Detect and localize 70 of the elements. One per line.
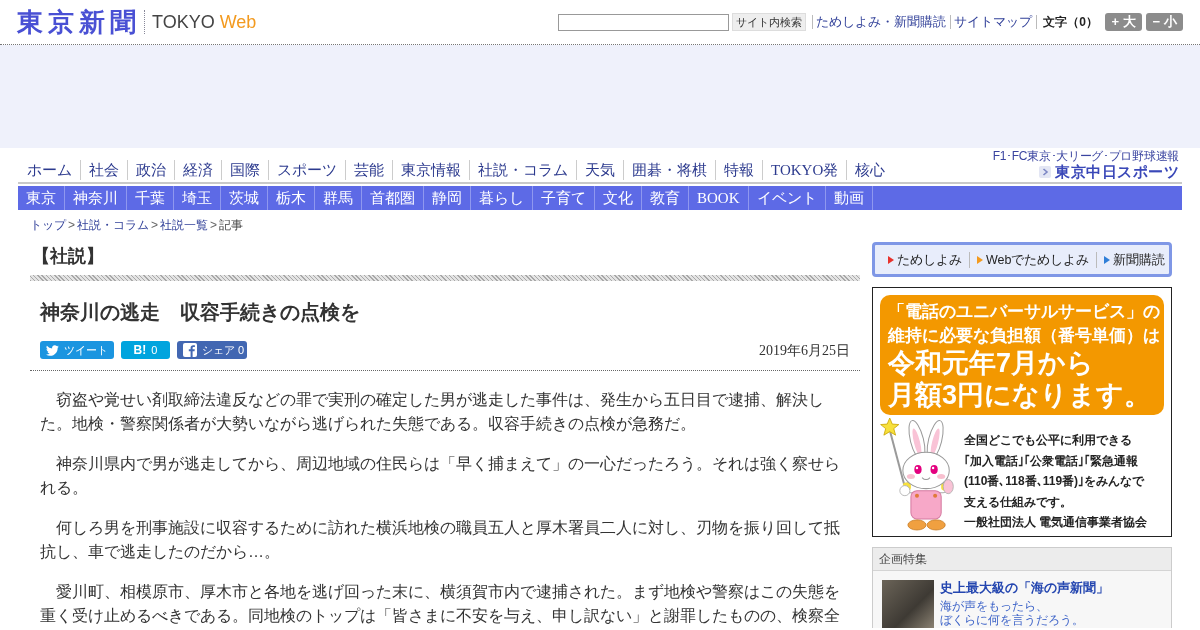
logo-wordmark: TOKYO [152,13,215,31]
region-nav-link[interactable]: 栃木 [268,186,315,210]
region-nav-link[interactable]: 群馬 [315,186,362,210]
nav-link[interactable]: 国際 [221,160,268,180]
search-button[interactable]: サイト内検索 [732,13,807,31]
region-nav-link[interactable]: 静岡 [424,186,471,210]
article-paragraph: 愛川町、相模原市、厚木市と各地を逃げ回った末に、横須賀市内で逮捕された。まず地検や警察はこの失態を重く受け止めるべきである。同地検のトップは「皆さまに不安を与え、申し訳ない」と謝罪したものの、検察全 [40,582,841,626]
bird-icon [46,344,59,356]
nav-link[interactable]: 天気 [576,160,623,180]
nav-link[interactable]: TOKYO発 [762,160,847,180]
header-link[interactable]: サイトマップ [950,15,1037,29]
breadcrumb-link[interactable]: 社説・コラム [77,218,149,232]
nav-link[interactable]: 政治 [127,160,174,180]
region-nav-link[interactable]: 文化 [595,186,642,210]
quick-link[interactable]: 新聞購読 [1096,251,1173,268]
features-heading: 企画特集 [873,548,1171,571]
region-nav-link[interactable]: 埼玉 [174,186,221,210]
nav-link[interactable]: 経済 [174,160,221,180]
f-logo-icon [183,343,197,357]
nav-link[interactable]: 芸能 [345,160,392,180]
ad-body-text: 全国どこでも公平に利用できる ｢加入電話｣｢公衆電話｣｢緊急通報 (110番､118番､119番)｣をみんなで 支える仕組みです。 [964,432,1146,511]
nav-link[interactable]: 社説・コラム [469,160,576,180]
breadcrumb-current: 記事 [219,218,244,232]
logo-wordmark-suffix: Web [219,13,257,31]
article-paragraph: 何しろ男を刑事施設に収容するために訪れた横浜地検の職員五人と厚木署員二人に対し、刃物を振り回して抵抗し、車で逃走したのだから…。 [40,518,841,562]
region-nav-link[interactable]: 首都圏 [362,186,424,210]
region-nav-link[interactable]: 神奈川 [65,186,127,210]
advertisement-panel[interactable]: 「電話のユニバーサルサービス」の 維持に必要な負担額（番号単価）は 令和元年7月から 月額3円になります。 全国どこでも公平に利用できる ｢加入電話｣｢公衆電話｣｢緊急通報 (110番､118番､119番)｣をみんなで 支える仕組みです。 一般社団法人 電気通信事業者協会 [872,287,1172,537]
text-size-label: 文字（0） [1036,15,1098,29]
nav-link[interactable]: 核心 [846,160,894,180]
feature-description: 海が声をもったら、 ぼくらに何を言うだろう。 [940,599,1085,627]
ad-sponsor: 一般社団法人 電気通信事業者協会 [964,514,1148,531]
breadcrumb-link[interactable]: トップ [30,218,66,232]
feature-link[interactable]: 史上最大級の「海の声新聞」 [940,580,1109,596]
nav-link[interactable]: 特報 [715,160,762,180]
nav-link[interactable]: 東京情報 [392,160,469,180]
breadcrumb-separator: > [67,218,76,232]
search-field[interactable] [558,13,730,31]
ad-highlight: 令和元年7月から 月額3円になります。 [888,347,1153,411]
site-logo[interactable]: 東京新聞 [17,9,141,35]
nav-link[interactable]: 囲碁・将棋 [623,160,715,180]
header-link[interactable]: ためしよみ・新聞購読 [812,15,951,29]
region-nav-link[interactable]: 暮らし [471,186,533,210]
region-nav-link[interactable]: 東京 [18,186,65,210]
region-nav-link[interactable]: 千葉 [127,186,174,210]
article-title: 神奈川の逃走 収容手続きの点検を [39,302,361,322]
region-nav-link[interactable]: 動画 [825,186,873,210]
photo-placeholder[interactable] [882,580,934,628]
breadcrumb-separator: > [209,218,219,232]
region-nav-link[interactable]: イベント [748,186,826,210]
article-paragraph: 神奈川県内で男が逃走してから、周辺地域の住民らは「早く捕まえて」の一心だったろう。それは強く察せられる。 [40,454,841,498]
chevron-icon[interactable] [1039,165,1051,178]
region-nav-link[interactable]: BOOK [689,186,749,210]
breadcrumb-link[interactable]: 社説一覧 [160,218,209,232]
sports-link-caption[interactable]: F1･FC東京･大リーグ･プロ野球速報 [992,149,1179,163]
section-heading: 【社説】 [31,246,105,266]
breadcrumb-separator: > [150,218,160,232]
region-nav-link[interactable]: 子育て [533,186,595,210]
article-date: 2019年6月25日 [759,343,850,359]
nav-link[interactable]: スポーツ [268,160,345,180]
share-button[interactable]: シェア 0 [177,341,247,359]
article-paragraph: 窃盗や覚せい剤取締法違反などの罪で実刑の確定した男が逃走した事件は、発生から五日目で逮捕、解決した。地検・警察関係者が大勢いながら逃げられた失態である。収容手続きの点検が急務だ。 [40,390,825,434]
nav-link[interactable]: 社会 [80,160,127,180]
quick-link[interactable]: Webでためしよみ [969,251,1097,268]
sports-site-logo[interactable]: 東京中日スポーツ [1055,163,1179,180]
nav-link[interactable]: ホーム [18,160,80,180]
region-nav-link[interactable]: 茨城 [221,186,268,210]
ad-headline: 「電話のユニバーサルサービス」の 維持に必要な負担額（番号単価）は [888,301,1160,347]
region-nav-link[interactable]: 教育 [642,186,689,210]
quick-link[interactable]: ためしよみ [881,251,969,268]
